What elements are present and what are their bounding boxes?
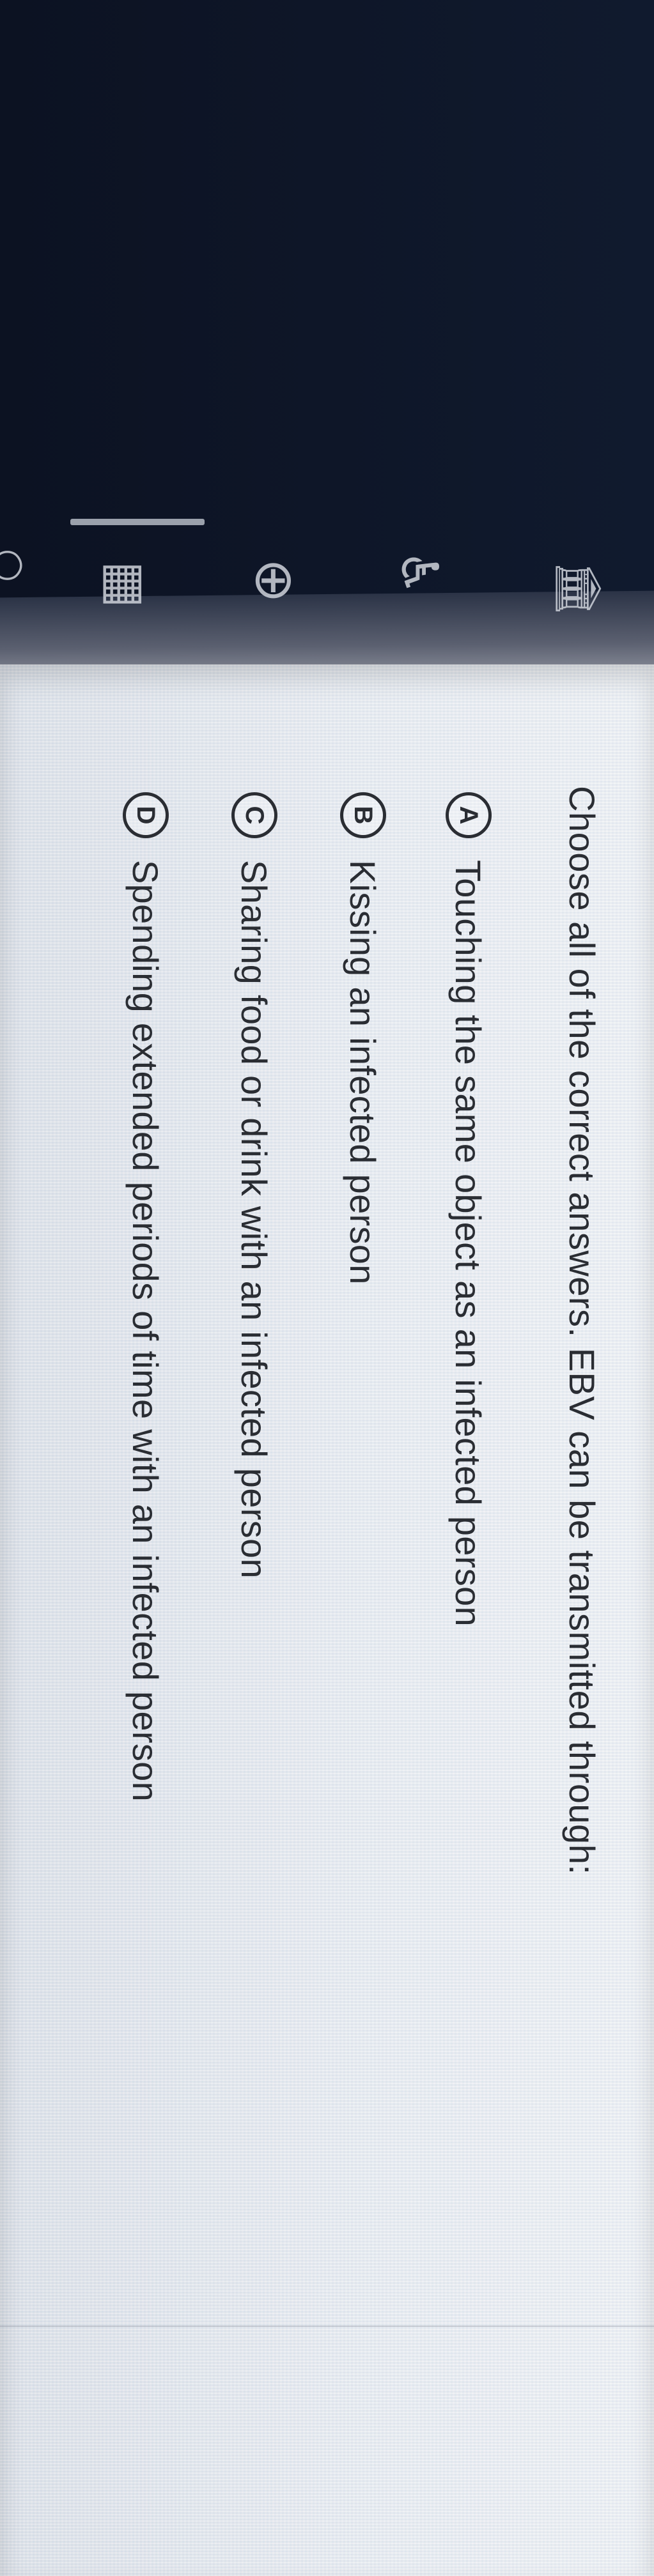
option-a-label: Touching the same object as an infected … [448, 860, 489, 1627]
photo-frame: 🏛 ▦ ⊕ ♿ ○ Choose all of the correct answ… [0, 0, 654, 2576]
globe-icon[interactable]: ⊕ [244, 558, 306, 603]
zoom-icon[interactable]: ○ [0, 549, 33, 582]
option-c-bubble[interactable]: C [231, 792, 277, 838]
option-d-bubble[interactable]: D [123, 792, 169, 838]
question-panel: Choose all of the correct answers. EBV c… [47, 735, 654, 2524]
option-b-label: Kissing an infected person [343, 860, 384, 1285]
option-c[interactable]: C Sharing food or drink with an infected… [226, 792, 283, 1579]
calculator-icon[interactable]: ▦ [97, 561, 155, 608]
option-d-label: Spending extended periods of time with a… [125, 860, 166, 1802]
accessibility-icon[interactable]: ♿ [389, 550, 449, 596]
option-a[interactable]: A Touching the same object as an infecte… [440, 792, 497, 1627]
bank-icon[interactable]: 🏛 [552, 560, 605, 617]
toolbar-divider [70, 519, 205, 525]
option-d[interactable]: D Spending extended periods of time with… [117, 792, 175, 1802]
option-a-bubble[interactable]: A [446, 792, 492, 838]
option-b-bubble[interactable]: B [340, 792, 386, 838]
question-prompt: Choose all of the correct answers. EBV c… [562, 786, 602, 1875]
option-c-label: Sharing food or drink with an infected p… [234, 860, 275, 1579]
option-b[interactable]: B Kissing an infected person [334, 792, 392, 1285]
